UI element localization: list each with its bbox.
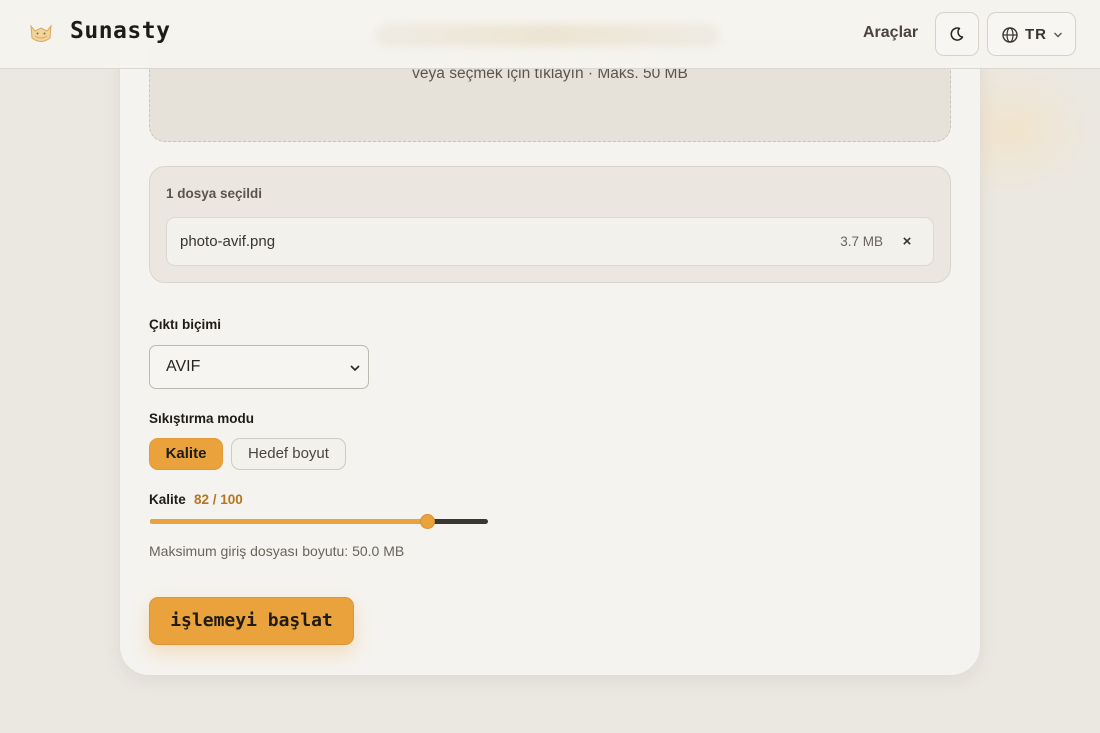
language-code: TR	[1025, 26, 1047, 43]
compression-mode-label: Sıkıştırma modu	[149, 411, 255, 426]
globe-icon	[1002, 27, 1018, 43]
top-header: Sunasty Araçlar TR	[0, 0, 1100, 69]
chevron-down-icon	[1054, 32, 1062, 38]
output-format-value: AVIF	[166, 358, 201, 375]
start-processing-button[interactable]: işlemeyi başlat	[149, 597, 354, 645]
quality-value: 82 / 100	[194, 492, 243, 507]
file-item: photo-avif.png 3.7 MB ×	[166, 217, 934, 266]
theme-toggle-button[interactable]	[935, 12, 979, 56]
quality-slider[interactable]	[150, 514, 488, 529]
fox-logo-icon[interactable]	[26, 18, 56, 48]
quality-label: Kalite	[149, 492, 186, 507]
output-format-label: Çıktı biçimi	[149, 317, 222, 332]
nav-tools-link[interactable]: Araçlar	[863, 24, 918, 42]
close-icon[interactable]: ×	[897, 231, 917, 253]
file-size: 3.7 MB	[840, 234, 883, 249]
mode-target-size-button[interactable]: Hedef boyut	[231, 438, 346, 470]
quality-slider-fill	[150, 519, 428, 524]
mode-quality-button[interactable]: Kalite	[149, 438, 223, 470]
brand-name[interactable]: Sunasty	[70, 18, 170, 44]
selected-files-count: 1 dosya seçildi	[166, 186, 263, 201]
selected-files-panel: 1 dosya seçildi photo-avif.png 3.7 MB ×	[149, 166, 951, 283]
file-name: photo-avif.png	[180, 233, 276, 250]
language-selector[interactable]: TR	[987, 12, 1076, 56]
moon-icon	[950, 27, 964, 41]
max-input-size: Maksimum giriş dosyası boyutu: 50.0 MB	[149, 543, 405, 559]
blurred-underlay	[375, 24, 720, 46]
output-format-select[interactable]: AVIF	[149, 345, 369, 389]
chevron-down-icon	[350, 365, 360, 372]
